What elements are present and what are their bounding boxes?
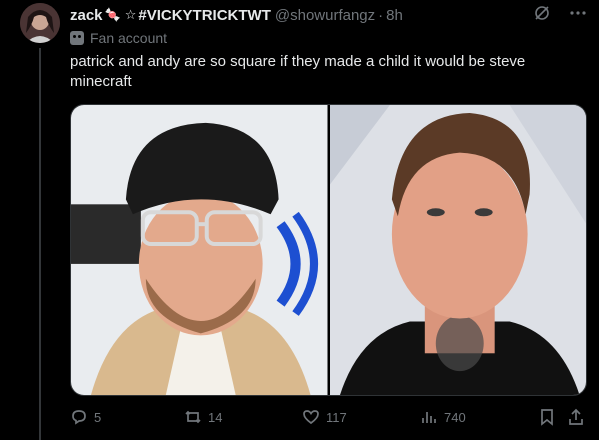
bookmark-icon [541, 409, 553, 426]
views-button[interactable]: 740 [420, 408, 466, 426]
handle[interactable]: @showurfangz [275, 7, 375, 24]
star-emoji: ☆ [124, 7, 137, 22]
reply-icon [72, 410, 86, 425]
media-grid[interactable] [70, 104, 587, 396]
retweet-button[interactable]: 14 [184, 408, 222, 426]
share-icon [569, 408, 583, 425]
candy-emoji: 🍬 [104, 7, 121, 22]
heart-icon [303, 410, 319, 425]
tweet[interactable]: zack 🍬 ☆ #VICKYTRICKTWT @showurfangz · 8… [0, 0, 599, 440]
photo-left[interactable] [71, 105, 328, 395]
separator-dot: · [378, 6, 384, 24]
display-name[interactable]: zack [70, 7, 103, 24]
timestamp[interactable]: 8h [386, 7, 403, 24]
account-label-text: Fan account [90, 30, 168, 46]
share-button[interactable] [567, 408, 585, 426]
header-actions [533, 4, 587, 26]
reply-count: 5 [94, 409, 102, 425]
photo-right[interactable] [329, 105, 586, 395]
tweet-text: patrick and andy are so square if they m… [70, 53, 526, 90]
view-count: 740 [444, 409, 466, 425]
avatar[interactable] [20, 3, 60, 43]
retweet-count: 14 [208, 409, 223, 425]
thread-line [39, 48, 41, 440]
more-icon[interactable] [569, 4, 587, 26]
like-button[interactable]: 117 [302, 408, 347, 426]
grok-icon[interactable] [533, 4, 551, 26]
reply-button[interactable]: 5 [70, 408, 101, 426]
views-icon [422, 412, 436, 423]
tweet-header: zack 🍬 ☆ #VICKYTRICKTWT @showurfangz · 8… [70, 4, 587, 26]
retweet-icon [185, 410, 201, 424]
like-count: 117 [326, 409, 347, 425]
action-bar: 5 14 117 740 [62, 404, 590, 430]
account-label[interactable]: Fan account [70, 28, 167, 48]
display-name-suffix[interactable]: #VICKYTRICKTWT [138, 7, 271, 24]
mask-icon [70, 31, 84, 45]
bookmark-button[interactable] [538, 408, 556, 426]
